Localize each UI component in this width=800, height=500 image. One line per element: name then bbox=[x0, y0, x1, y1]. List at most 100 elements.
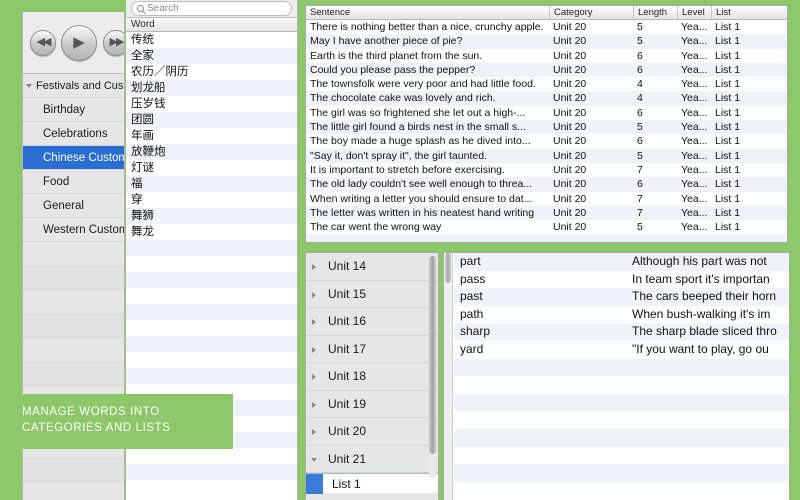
cell-length: 5 bbox=[637, 121, 643, 134]
word-sentence-row[interactable]: part Although his part was not bbox=[454, 253, 789, 271]
table-row[interactable]: The little girl found a birds nest in th… bbox=[306, 120, 787, 135]
unit-row-unit-18[interactable]: Unit 18 bbox=[306, 363, 438, 391]
unit-row-unit-19[interactable]: Unit 19 bbox=[306, 390, 438, 418]
cell-list: List 1 bbox=[715, 149, 741, 162]
sidebar-item-birthday[interactable]: Birthday bbox=[23, 98, 124, 122]
disclosure-triangle-icon[interactable] bbox=[312, 264, 316, 270]
sidebar-item-celebrations[interactable]: Celebrations bbox=[23, 122, 124, 146]
table-row[interactable]: The boy made a huge splash as he dived i… bbox=[306, 134, 787, 148]
cell-sentence: The girl was so frightened she let out a… bbox=[310, 106, 526, 119]
table-row[interactable]: It is important to stretch before exerci… bbox=[306, 163, 787, 177]
table-row[interactable]: The letter was written in his neatest ha… bbox=[306, 205, 787, 221]
column-header-category[interactable]: Category bbox=[549, 6, 633, 19]
column-header-level[interactable]: Level bbox=[677, 6, 711, 19]
unit-scrollbar[interactable] bbox=[429, 256, 436, 478]
table-row[interactable]: May I have another piece of pie? Unit 20 5… bbox=[306, 34, 787, 49]
word-row[interactable]: 穿 bbox=[126, 192, 297, 208]
cell-word: yard bbox=[460, 341, 484, 356]
word-row[interactable]: 团圆 bbox=[126, 112, 297, 128]
table-row[interactable]: The car went the wrong way Unit 20 5 Yea...… bbox=[306, 220, 787, 234]
sidebar-empty-row bbox=[23, 314, 124, 338]
cell-sentence: It is important to stretch before exerci… bbox=[310, 163, 505, 176]
sidebar-item-label: Birthday bbox=[43, 104, 86, 116]
list-selection-marker bbox=[306, 474, 323, 494]
next-button[interactable]: ▶▶ bbox=[103, 29, 124, 56]
word-row[interactable]: 农历／阴历 bbox=[126, 64, 297, 80]
table-row[interactable]: Earth is the third planet from the sun. U… bbox=[306, 49, 787, 63]
word-row[interactable]: 划龙船 bbox=[126, 80, 297, 96]
word-row[interactable]: 年画 bbox=[126, 128, 297, 144]
column-header-list[interactable]: List bbox=[711, 6, 781, 19]
word-sentence-row[interactable]: sharp The sharp blade sliced thro bbox=[454, 323, 789, 341]
table-row[interactable]: There is nothing better than a nice, cru… bbox=[306, 20, 787, 34]
word-sentence-empty-row bbox=[454, 411, 789, 429]
word-row[interactable]: 福 bbox=[126, 176, 297, 192]
disclosure-triangle-icon[interactable] bbox=[312, 429, 316, 435]
scrollbar-thumb[interactable] bbox=[429, 256, 436, 454]
word-column-header[interactable]: Word bbox=[126, 18, 297, 32]
unit-row-unit-14[interactable]: Unit 14 bbox=[306, 253, 438, 281]
column-header-length[interactable]: Length bbox=[633, 6, 677, 19]
word-row[interactable]: 舞龙 bbox=[126, 224, 297, 240]
scrollbar-thumb[interactable] bbox=[445, 253, 451, 283]
word-empty-row bbox=[126, 304, 297, 320]
fast-forward-icon: ▶▶ bbox=[109, 36, 124, 48]
cell-sentence: Although his part was not bbox=[632, 254, 767, 268]
cell-category: Unit 20 bbox=[553, 178, 587, 191]
word-row[interactable]: 放鞭炮 bbox=[126, 144, 297, 160]
sidebar-item-label: Celebrations bbox=[43, 128, 108, 140]
word-row[interactable]: 传统 bbox=[126, 32, 297, 48]
table-row[interactable]: The townsfolk were very poor and had lit… bbox=[306, 77, 787, 91]
unit-label: Unit 17 bbox=[328, 341, 367, 356]
sidebar-item-label: Western Customs bbox=[43, 224, 124, 236]
word-row[interactable]: 舞狮 bbox=[126, 208, 297, 224]
word-sentence-row[interactable]: pass In team sport it's importan bbox=[454, 271, 789, 289]
disclosure-triangle-icon[interactable] bbox=[312, 374, 316, 380]
unit-row-unit-16[interactable]: Unit 16 bbox=[306, 308, 438, 336]
table-row[interactable]: "Say it, don't spray it", the girl taunt… bbox=[306, 148, 787, 163]
cell-length: 6 bbox=[637, 135, 643, 148]
column-header-sentence[interactable]: Sentence bbox=[306, 6, 549, 19]
word-sentence-row[interactable]: path When bush-walking it's im bbox=[454, 306, 789, 324]
disclosure-triangle-icon[interactable] bbox=[311, 457, 317, 465]
sidebar-item-western-customs[interactable]: Western Customs bbox=[23, 218, 124, 242]
search-input[interactable]: Search bbox=[131, 1, 292, 16]
unit-row-unit-21[interactable]: Unit 21 bbox=[306, 445, 438, 473]
word-sentence-rows: part Although his part was not pass In team… bbox=[444, 253, 789, 499]
previous-button[interactable]: ◀◀ bbox=[30, 29, 56, 56]
sidebar-item-chinese-customs[interactable]: Chinese Customs bbox=[23, 146, 124, 170]
word-sentence-row[interactable]: yard "If you want to play, go ou bbox=[454, 341, 789, 359]
list-item-selected[interactable]: List 1 bbox=[306, 473, 438, 494]
word-row[interactable]: 全家 bbox=[126, 48, 297, 64]
disclosure-triangle-icon[interactable] bbox=[26, 84, 32, 91]
unit-row-unit-17[interactable]: Unit 17 bbox=[306, 335, 438, 363]
word-sentence-empty-row bbox=[454, 428, 789, 447]
table-row[interactable]: Could you please pass the pepper? Unit 20… bbox=[306, 62, 787, 78]
unit-row-unit-20[interactable]: Unit 20 bbox=[306, 418, 438, 446]
disclosure-triangle-icon[interactable] bbox=[312, 401, 316, 408]
disclosure-triangle-icon[interactable] bbox=[312, 291, 316, 298]
sidebar-item-general[interactable]: General bbox=[23, 194, 124, 218]
table-row[interactable]: The girl was so frightened she let out a… bbox=[306, 106, 787, 120]
cell-list: List 1 bbox=[715, 221, 741, 234]
table-row[interactable]: The chocolate cake was lovely and rich. U… bbox=[306, 91, 787, 106]
word-row[interactable]: 压岁钱 bbox=[126, 96, 297, 112]
category-root-label: Festivals and Cust... bbox=[36, 80, 124, 92]
unit-row-unit-15[interactable]: Unit 15 bbox=[306, 280, 438, 308]
cell-list: List 1 bbox=[715, 78, 741, 91]
category-root[interactable]: Festivals and Cust... bbox=[23, 74, 124, 98]
cell-length: 5 bbox=[637, 21, 643, 33]
play-button[interactable]: ▶ bbox=[61, 24, 97, 61]
cell-level: Yea... bbox=[681, 121, 708, 134]
table-row[interactable]: When writing a letter you should ensure … bbox=[306, 192, 787, 206]
table-row[interactable]: The old lady couldn't see well enough to… bbox=[306, 177, 787, 192]
disclosure-triangle-icon[interactable] bbox=[312, 319, 316, 325]
sidebar-item-food[interactable]: Food bbox=[23, 170, 124, 194]
word-sentence-row[interactable]: past The cars beeped their horn bbox=[454, 288, 789, 306]
cell-sentence: The townsfolk were very poor and had lit… bbox=[310, 78, 536, 91]
word-row[interactable]: 灯谜 bbox=[126, 160, 297, 176]
disclosure-triangle-icon[interactable] bbox=[312, 346, 316, 353]
word-sentence-scrollbar[interactable] bbox=[444, 253, 453, 500]
cell-sentence: "If you want to play, go ou bbox=[632, 341, 769, 356]
word-empty-row bbox=[126, 320, 297, 336]
